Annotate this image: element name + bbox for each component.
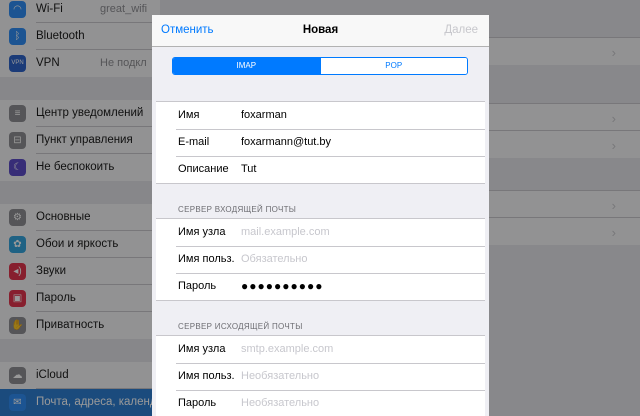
- incoming-password-label: Пароль: [178, 280, 217, 292]
- outgoing-password-field[interactable]: Необязательно: [241, 390, 477, 416]
- incoming-password-field[interactable]: ●●●●●●●●●●: [241, 273, 477, 300]
- description-field[interactable]: Tut: [241, 156, 477, 183]
- name-row: Имя foxarman: [156, 102, 485, 129]
- incoming-user-field[interactable]: Обязательно: [241, 246, 477, 273]
- description-label: Описание: [178, 163, 229, 175]
- segment-imap[interactable]: IMAP: [173, 58, 320, 74]
- outgoing-host-field[interactable]: smtp.example.com: [241, 336, 477, 363]
- sheet-navbar: Новая Отменить Далее: [152, 15, 489, 47]
- outgoing-host-row: Имя узла smtp.example.com: [156, 336, 485, 363]
- incoming-host-field[interactable]: mail.example.com: [241, 219, 477, 246]
- incoming-user-row: Имя польз. Обязательно: [156, 246, 485, 273]
- email-field[interactable]: foxarmann@tut.by: [241, 129, 477, 156]
- email-row: E-mail foxarmann@tut.by: [156, 129, 485, 156]
- outgoing-server-header: СЕРВЕР ИСХОДЯЩЕЙ ПОЧТЫ: [178, 322, 303, 331]
- email-label: E-mail: [178, 136, 210, 148]
- outgoing-server-group: Имя узла smtp.example.com Имя польз. Нео…: [156, 335, 485, 416]
- incoming-host-label: Имя узла: [178, 226, 226, 238]
- outgoing-user-row: Имя польз. Необязательно: [156, 363, 485, 390]
- protocol-segmented-control: IMAP POP: [172, 57, 468, 75]
- incoming-server-group: Имя узла mail.example.com Имя польз. Обя…: [156, 218, 485, 301]
- next-button[interactable]: Далее: [444, 15, 478, 46]
- outgoing-password-row: Пароль Необязательно: [156, 390, 485, 416]
- outgoing-password-label: Пароль: [178, 397, 217, 409]
- segment-pop[interactable]: POP: [319, 58, 467, 74]
- account-info-group: Имя foxarman E-mail foxarmann@tut.by Опи…: [156, 101, 485, 184]
- description-row: Описание Tut: [156, 156, 485, 183]
- incoming-host-row: Имя узла mail.example.com: [156, 219, 485, 246]
- incoming-password-row: Пароль ●●●●●●●●●●: [156, 273, 485, 300]
- name-label: Имя: [178, 109, 200, 121]
- name-field[interactable]: foxarman: [241, 102, 477, 129]
- incoming-server-header: СЕРВЕР ВХОДЯЩЕЙ ПОЧТЫ: [178, 205, 297, 214]
- new-account-sheet: Новая Отменить Далее IMAP POP Имя foxarm…: [152, 15, 489, 416]
- outgoing-user-label: Имя польз.: [178, 370, 235, 382]
- outgoing-user-field[interactable]: Необязательно: [241, 363, 477, 390]
- cancel-button[interactable]: Отменить: [161, 15, 214, 46]
- outgoing-host-label: Имя узла: [178, 343, 226, 355]
- incoming-user-label: Имя польз.: [178, 253, 235, 265]
